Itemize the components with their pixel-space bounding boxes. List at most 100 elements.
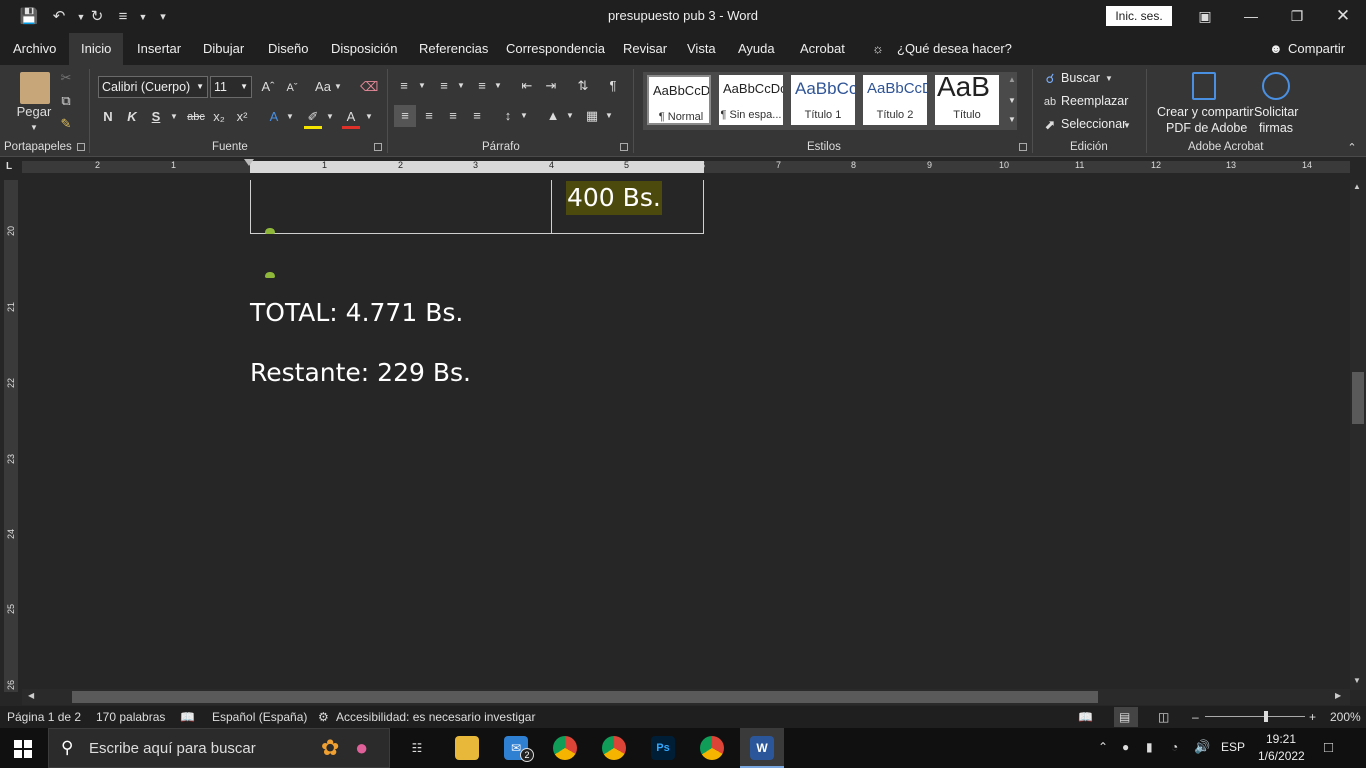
find-button[interactable]: Buscar <box>1061 71 1100 85</box>
copy-icon[interactable]: ⧉ <box>58 92 74 110</box>
close-icon[interactable]: ✕ <box>1320 0 1366 33</box>
comment-marker-icon[interactable] <box>265 228 275 234</box>
tab-dibujar[interactable]: Dibujar <box>201 33 246 65</box>
chevron-down-icon[interactable]: ▼ <box>455 77 467 95</box>
volume-icon[interactable]: 🔊 <box>1194 739 1210 755</box>
horizontal-scrollbar[interactable]: ◀ ▶ <box>22 689 1350 705</box>
remaining-line[interactable]: Restante: 229 Bs. <box>250 358 471 387</box>
bold-icon[interactable]: N <box>101 108 115 126</box>
show-hidden-icons-icon[interactable]: ⌃ <box>1098 740 1108 754</box>
multilevel-list-icon[interactable]: ≡ <box>474 77 490 95</box>
indent-marker-icon[interactable] <box>244 159 254 175</box>
horizontal-scroll-thumb[interactable] <box>72 691 1098 703</box>
meet-now-icon[interactable]: ● <box>1122 740 1129 754</box>
clock-time[interactable]: 19:21 <box>1266 732 1296 746</box>
font-size-select[interactable]: 11 ▼ <box>210 76 252 98</box>
style-no-spacing[interactable]: AaBbCcDc ¶ Sin espa... <box>719 75 783 125</box>
highlight-icon[interactable]: ✐ <box>304 108 322 129</box>
restore-icon[interactable]: ❐ <box>1274 0 1320 33</box>
notifications-icon[interactable]: □ <box>1324 739 1333 756</box>
table-cell-value[interactable]: 400 Bs. <box>566 181 662 215</box>
photoshop-icon[interactable]: Ps <box>651 736 675 760</box>
styles-launcher-icon[interactable] <box>1019 143 1027 151</box>
borders-icon[interactable]: ▦ <box>584 107 600 125</box>
line-spacing-icon[interactable]: ↕ <box>500 107 516 125</box>
proofing-icon[interactable]: 📖 <box>180 710 195 724</box>
create-pdf-label-2[interactable]: PDF de Adobe <box>1166 121 1247 135</box>
style-title[interactable]: AaB Título <box>935 75 999 125</box>
scroll-down-icon[interactable]: ▼ <box>1353 676 1361 685</box>
web-layout-icon[interactable]: ◫ <box>1158 710 1169 724</box>
taskbar-search[interactable]: ⚲ Escribe aquí para buscar ✿ ● <box>48 728 390 768</box>
numbering-icon[interactable]: ≡ <box>436 77 452 95</box>
style-heading-1[interactable]: AaBbCc Título 1 <box>791 75 855 125</box>
chevron-down-icon[interactable]: ▼ <box>333 78 343 96</box>
chevron-down-icon[interactable]: ▼ <box>416 77 428 95</box>
minimize-icon[interactable]: — <box>1228 0 1274 33</box>
tab-disposicion[interactable]: Disposición <box>329 33 399 65</box>
underline-icon[interactable]: S <box>149 108 163 126</box>
scroll-right-icon[interactable]: ▶ <box>1335 691 1341 700</box>
file-explorer-icon[interactable] <box>455 736 479 760</box>
tab-revisar[interactable]: Revisar <box>621 33 669 65</box>
share-button[interactable]: Compartir <box>1286 33 1347 65</box>
styles-scroll-up-icon[interactable]: ▲ <box>1005 71 1019 89</box>
chevron-down-icon[interactable]: ▼ <box>1103 70 1115 88</box>
share-icon[interactable]: ☻ <box>1267 33 1285 65</box>
shading-icon[interactable]: ▲ <box>545 107 561 125</box>
tab-archivo[interactable]: Archivo <box>11 33 58 65</box>
zoom-level[interactable]: 200% <box>1330 710 1361 724</box>
page-count[interactable]: Página 1 de 2 <box>7 710 81 724</box>
subscript-icon[interactable]: x₂ <box>211 108 227 126</box>
paste-dropdown-icon[interactable]: ▼ <box>26 119 42 137</box>
sign-in-button[interactable]: Inic. ses. <box>1106 6 1172 26</box>
total-line[interactable]: TOTAL: 4.771 Bs. <box>250 298 463 327</box>
vertical-scrollbar[interactable]: ▲ ▼ <box>1350 180 1366 690</box>
chevron-down-icon[interactable]: ▼ <box>1121 117 1133 135</box>
clear-format-icon[interactable]: ⌫ <box>360 78 378 96</box>
shrink-font-icon[interactable]: Aˇ <box>284 79 300 97</box>
justify-icon[interactable]: ≡ <box>469 107 485 125</box>
zoom-out-icon[interactable]: – <box>1192 710 1199 724</box>
paragraph-launcher-icon[interactable] <box>620 143 628 151</box>
align-right-icon[interactable]: ≡ <box>445 107 461 125</box>
increase-indent-icon[interactable]: ⇥ <box>543 77 559 95</box>
wifi-icon[interactable]: ◔ <box>1171 740 1178 754</box>
chrome-icon[interactable] <box>700 736 724 760</box>
style-heading-2[interactable]: AaBbCcD Título 2 <box>863 75 927 125</box>
font-launcher-icon[interactable] <box>374 143 382 151</box>
bullets-icon[interactable]: ≡ <box>396 77 412 95</box>
clock-date[interactable]: 1/6/2022 <box>1258 749 1305 763</box>
clipboard-launcher-icon[interactable] <box>77 143 85 151</box>
superscript-icon[interactable]: x² <box>234 108 250 126</box>
comment-marker-icon[interactable] <box>265 272 275 278</box>
start-windows-icon[interactable] <box>14 740 32 758</box>
scroll-up-icon[interactable]: ▲ <box>1353 182 1361 191</box>
word-count[interactable]: 170 palabras <box>96 710 165 724</box>
tab-selector-icon[interactable]: L <box>6 161 12 172</box>
input-language[interactable]: ESP <box>1221 740 1245 754</box>
horizontal-ruler[interactable]: L 2 1 1 2 3 4 5 6 7 8 9 10 11 12 13 14 <box>0 158 1366 177</box>
tab-insertar[interactable]: Insertar <box>135 33 183 65</box>
zoom-in-icon[interactable]: + <box>1309 710 1316 724</box>
chevron-down-icon[interactable]: ▼ <box>518 107 530 125</box>
scroll-left-icon[interactable]: ◀ <box>28 691 34 700</box>
tab-ayuda[interactable]: Ayuda <box>736 33 777 65</box>
font-color-icon[interactable]: A <box>342 108 360 129</box>
chevron-down-icon[interactable]: ▼ <box>168 108 180 126</box>
read-mode-icon[interactable]: 📖 <box>1078 710 1093 724</box>
task-view-icon[interactable]: ☷ <box>405 736 429 760</box>
request-signatures-icon[interactable] <box>1262 72 1290 100</box>
tab-referencias[interactable]: Referencias <box>417 33 490 65</box>
format-painter-icon[interactable]: ✎ <box>58 115 74 133</box>
font-name-select[interactable]: Calibri (Cuerpo) ▼ <box>98 76 208 98</box>
replace-button[interactable]: Reemplazar <box>1061 94 1128 108</box>
request-signatures-label-2[interactable]: firmas <box>1259 121 1293 135</box>
request-signatures-label[interactable]: Solicitar <box>1254 105 1298 119</box>
battery-icon[interactable]: ▮ <box>1146 740 1153 754</box>
style-normal[interactable]: AaBbCcDc ¶ Normal <box>647 75 711 125</box>
tab-correspondencia[interactable]: Correspondencia <box>504 33 607 65</box>
collapse-ribbon-icon[interactable]: ⌃ <box>1344 139 1360 157</box>
decrease-indent-icon[interactable]: ⇤ <box>519 77 535 95</box>
chevron-down-icon[interactable]: ▼ <box>492 77 504 95</box>
